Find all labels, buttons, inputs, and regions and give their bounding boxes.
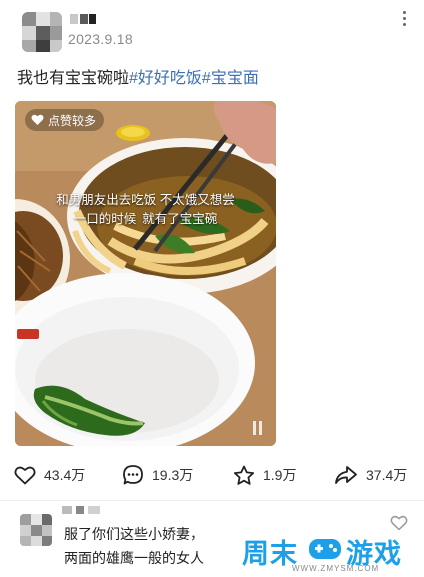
- comment-line2: 两面的雄鹰一般的女人: [64, 550, 204, 566]
- popular-badge: 点赞较多: [25, 109, 105, 131]
- heart-icon: [14, 466, 36, 485]
- gamepad-icon: [309, 539, 341, 559]
- site-watermark: 周末 游戏 WWW.ZMYSM.COM: [228, 530, 418, 576]
- post-text: 我也有宝宝碗啦#好好吃饭#宝宝面: [17, 64, 259, 88]
- comment-button[interactable]: 19.3万: [122, 460, 193, 490]
- noodle-bowl-illustration: [15, 101, 276, 446]
- more-icon: [402, 10, 406, 14]
- heart-badge-icon: [31, 114, 44, 125]
- photo-caption-line1: 和男朋友出去吃饭 不太饿又想尝: [56, 193, 235, 207]
- watermark-url: WWW.ZMYSM.COM: [292, 564, 380, 573]
- star-icon: [233, 465, 255, 485]
- comment-avatar[interactable]: [20, 514, 52, 546]
- username-redacted[interactable]: [70, 14, 96, 24]
- favorite-count: 1.9万: [263, 467, 297, 483]
- favorite-button[interactable]: 1.9万: [233, 460, 296, 490]
- photo-caption-line2-part1: 一口的时候: [73, 212, 137, 226]
- hashtag-eat-well[interactable]: #好好吃饭: [129, 70, 202, 87]
- comment-line1: 服了你们这些小娇妻，: [64, 526, 204, 542]
- like-count: 43.4万: [44, 467, 86, 483]
- like-button[interactable]: 43.4万: [14, 460, 85, 490]
- pause-icon[interactable]: [253, 421, 263, 435]
- more-options-button[interactable]: [396, 6, 412, 30]
- post-date: 2023.9.18: [68, 31, 133, 47]
- divider: [0, 500, 424, 501]
- user-avatar[interactable]: [22, 12, 62, 52]
- share-button[interactable]: 37.4万: [334, 460, 407, 490]
- watermark-text-part1: 周末: [242, 539, 298, 569]
- photo-caption-line2: 一口的时候 就有了宝宝碗: [15, 208, 276, 227]
- popular-badge-label: 点赞较多: [48, 113, 97, 128]
- post-text-plain: 我也有宝宝碗啦: [17, 70, 130, 87]
- share-icon: [335, 466, 357, 484]
- share-count: 37.4万: [366, 467, 408, 483]
- comment-username-redacted[interactable]: [62, 504, 122, 516]
- photo-caption-line2-part2: 就有了宝宝碗: [142, 212, 218, 226]
- comment-icon: [123, 465, 143, 485]
- action-bar: 43.4万 19.3万 1.9万 37.4万: [0, 460, 424, 490]
- post-photo[interactable]: 点赞较多 和男朋友出去吃饭 不太饿又想尝 一口的时候 就有了宝宝碗: [15, 101, 276, 446]
- post-header: 2023.9.18: [0, 0, 424, 56]
- comment-text: 服了你们这些小娇妻， 两面的雄鹰一般的女人: [64, 522, 204, 570]
- hashtag-baby-noodles[interactable]: #宝宝面: [202, 70, 259, 87]
- comment-count: 19.3万: [152, 467, 194, 483]
